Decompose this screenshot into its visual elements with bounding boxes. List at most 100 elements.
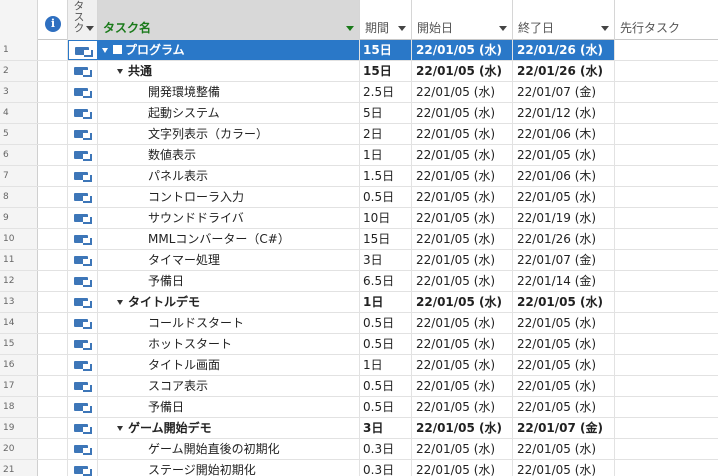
end-date-cell[interactable]: 22/01/05 (水) bbox=[513, 292, 615, 312]
column-header-indicators[interactable]: i bbox=[38, 0, 68, 40]
table-row[interactable]: 6 数値表示 1日 22/01/05 (水) 22/01/05 (水) bbox=[0, 145, 718, 166]
end-date-cell[interactable]: 22/01/05 (水) bbox=[513, 439, 615, 459]
predecessors-cell[interactable] bbox=[615, 355, 718, 375]
task-mode-cell[interactable] bbox=[68, 124, 98, 144]
row-number[interactable]: 10 bbox=[0, 229, 38, 249]
duration-cell[interactable]: 0.3日 bbox=[360, 460, 412, 476]
duration-cell[interactable]: 0.3日 bbox=[360, 439, 412, 459]
column-header-predecessors[interactable]: 先行タスク bbox=[615, 0, 718, 40]
row-number[interactable]: 20 bbox=[0, 439, 38, 459]
task-name-cell[interactable]: パネル表示 bbox=[98, 166, 360, 186]
duration-cell[interactable]: 3日 bbox=[360, 418, 412, 438]
end-date-cell[interactable]: 22/01/06 (木) bbox=[513, 124, 615, 144]
table-row[interactable]: 18 予備日 0.5日 22/01/05 (水) 22/01/05 (水) bbox=[0, 397, 718, 418]
table-row[interactable]: 13 タイトルデモ 1日 22/01/05 (水) 22/01/05 (水) bbox=[0, 292, 718, 313]
predecessors-cell[interactable] bbox=[615, 292, 718, 312]
table-row[interactable]: 20 ゲーム開始直後の初期化 0.3日 22/01/05 (水) 22/01/05 (水… bbox=[0, 439, 718, 460]
start-date-cell[interactable]: 22/01/05 (水) bbox=[412, 229, 513, 249]
predecessors-cell[interactable] bbox=[615, 187, 718, 207]
predecessors-cell[interactable] bbox=[615, 208, 718, 228]
task-name-cell[interactable]: タイマー処理 bbox=[98, 250, 360, 270]
duration-cell[interactable]: 5日 bbox=[360, 103, 412, 123]
duration-cell[interactable]: 15日 bbox=[360, 61, 412, 81]
predecessors-cell[interactable] bbox=[615, 61, 718, 81]
end-date-cell[interactable]: 22/01/12 (水) bbox=[513, 103, 615, 123]
task-name-cell[interactable]: 共通 bbox=[98, 61, 360, 81]
column-header-start[interactable]: 開始日 bbox=[412, 0, 513, 40]
end-date-cell[interactable]: 22/01/05 (水) bbox=[513, 460, 615, 476]
select-all-corner[interactable] bbox=[0, 0, 38, 40]
start-date-cell[interactable]: 22/01/05 (水) bbox=[412, 40, 513, 60]
predecessors-cell[interactable] bbox=[615, 439, 718, 459]
start-date-cell[interactable]: 22/01/05 (水) bbox=[412, 460, 513, 476]
table-row[interactable]: 14 コールドスタート 0.5日 22/01/05 (水) 22/01/05 (水) bbox=[0, 313, 718, 334]
task-mode-cell[interactable] bbox=[68, 439, 98, 459]
table-row[interactable]: 21 ステージ開始初期化 0.3日 22/01/05 (水) 22/01/05 (水) bbox=[0, 460, 718, 476]
task-name-cell[interactable]: ゲーム開始デモ bbox=[98, 418, 360, 438]
collapse-triangle-icon[interactable] bbox=[117, 426, 123, 431]
task-name-cell[interactable]: 数値表示 bbox=[98, 145, 360, 165]
duration-cell[interactable]: 6.5日 bbox=[360, 271, 412, 291]
indicator-cell[interactable] bbox=[38, 313, 68, 333]
predecessors-cell[interactable] bbox=[615, 376, 718, 396]
indicator-cell[interactable] bbox=[38, 334, 68, 354]
end-date-cell[interactable]: 22/01/05 (水) bbox=[513, 376, 615, 396]
task-mode-cell[interactable] bbox=[68, 334, 98, 354]
duration-cell[interactable]: 1日 bbox=[360, 145, 412, 165]
row-number[interactable]: 21 bbox=[0, 460, 38, 476]
predecessors-cell[interactable] bbox=[615, 271, 718, 291]
predecessors-cell[interactable] bbox=[615, 166, 718, 186]
task-name-cell[interactable]: MMLコンバーター（C#） bbox=[98, 229, 360, 249]
indicator-cell[interactable] bbox=[38, 145, 68, 165]
task-mode-cell[interactable] bbox=[68, 82, 98, 102]
chevron-down-icon[interactable] bbox=[601, 26, 609, 31]
indicator-cell[interactable] bbox=[38, 61, 68, 81]
end-date-cell[interactable]: 22/01/05 (水) bbox=[513, 313, 615, 333]
duration-cell[interactable]: 0.5日 bbox=[360, 397, 412, 417]
predecessors-cell[interactable] bbox=[615, 313, 718, 333]
end-date-cell[interactable]: 22/01/26 (水) bbox=[513, 61, 615, 81]
task-name-cell[interactable]: タイトルデモ bbox=[98, 292, 360, 312]
predecessors-cell[interactable] bbox=[615, 397, 718, 417]
row-number[interactable]: 15 bbox=[0, 334, 38, 354]
predecessors-cell[interactable] bbox=[615, 250, 718, 270]
chevron-down-icon[interactable] bbox=[86, 26, 94, 31]
indicator-cell[interactable] bbox=[38, 229, 68, 249]
indicator-cell[interactable] bbox=[38, 271, 68, 291]
start-date-cell[interactable]: 22/01/05 (水) bbox=[412, 355, 513, 375]
task-mode-cell[interactable] bbox=[68, 355, 98, 375]
indicator-cell[interactable] bbox=[38, 187, 68, 207]
duration-cell[interactable]: 0.5日 bbox=[360, 376, 412, 396]
task-name-cell[interactable]: コントローラ入力 bbox=[98, 187, 360, 207]
indicator-cell[interactable] bbox=[38, 397, 68, 417]
start-date-cell[interactable]: 22/01/05 (水) bbox=[412, 103, 513, 123]
task-mode-cell[interactable] bbox=[68, 460, 98, 476]
indicator-cell[interactable] bbox=[38, 124, 68, 144]
table-row[interactable]: 16 タイトル画面 1日 22/01/05 (水) 22/01/05 (水) bbox=[0, 355, 718, 376]
task-name-cell[interactable]: ゲーム開始直後の初期化 bbox=[98, 439, 360, 459]
predecessors-cell[interactable] bbox=[615, 418, 718, 438]
start-date-cell[interactable]: 22/01/05 (水) bbox=[412, 397, 513, 417]
predecessors-cell[interactable] bbox=[615, 82, 718, 102]
task-name-cell[interactable]: 予備日 bbox=[98, 397, 360, 417]
table-row[interactable]: 12 予備日 6.5日 22/01/05 (水) 22/01/14 (金) bbox=[0, 271, 718, 292]
end-date-cell[interactable]: 22/01/07 (金) bbox=[513, 250, 615, 270]
predecessors-cell[interactable] bbox=[615, 460, 718, 476]
start-date-cell[interactable]: 22/01/05 (水) bbox=[412, 334, 513, 354]
chevron-down-icon[interactable] bbox=[398, 26, 406, 31]
table-row[interactable]: 2 共通 15日 22/01/05 (水) 22/01/26 (水) bbox=[0, 61, 718, 82]
start-date-cell[interactable]: 22/01/05 (水) bbox=[412, 376, 513, 396]
task-mode-cell[interactable] bbox=[68, 313, 98, 333]
row-number[interactable]: 16 bbox=[0, 355, 38, 375]
task-mode-cell[interactable] bbox=[68, 418, 98, 438]
start-date-cell[interactable]: 22/01/05 (水) bbox=[412, 145, 513, 165]
indicator-cell[interactable] bbox=[38, 418, 68, 438]
indicator-cell[interactable] bbox=[38, 439, 68, 459]
indicator-cell[interactable] bbox=[38, 40, 68, 60]
table-row[interactable]: 8 コントローラ入力 0.5日 22/01/05 (水) 22/01/05 (水) bbox=[0, 187, 718, 208]
task-name-cell[interactable]: タイトル画面 bbox=[98, 355, 360, 375]
table-row[interactable]: 1 プログラム 15日 22/01/05 (水) 22/01/26 (水) bbox=[0, 40, 718, 61]
table-row[interactable]: 11 タイマー処理 3日 22/01/05 (水) 22/01/07 (金) bbox=[0, 250, 718, 271]
start-date-cell[interactable]: 22/01/05 (水) bbox=[412, 124, 513, 144]
task-mode-cell[interactable] bbox=[68, 40, 98, 60]
